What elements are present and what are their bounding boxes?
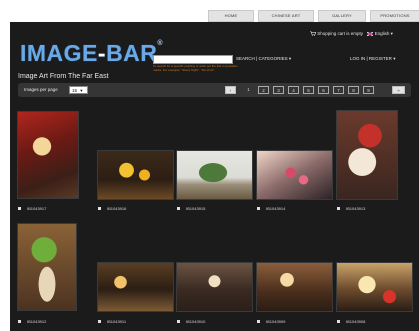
gallery-thumbnail[interactable] [336, 110, 398, 200]
image-caption[interactable]: IB1043910 [177, 319, 205, 324]
image-code: IB1043912 [27, 319, 47, 324]
page-number-6[interactable]: 6 [318, 86, 329, 94]
images-per-page-select[interactable]: 15 ▾ [69, 86, 88, 94]
image-caption[interactable]: IB1043912 [18, 319, 46, 324]
page-number-7[interactable]: 7 [333, 86, 344, 94]
gallery-thumbnail[interactable] [17, 223, 77, 311]
image-code: IB1043914 [266, 206, 286, 211]
image-code: IB1043915 [186, 206, 206, 211]
chevron-down-icon: ▾ [288, 56, 292, 61]
select-checkbox[interactable] [98, 320, 101, 324]
select-checkbox[interactable] [337, 207, 340, 211]
image-code: IB1043913 [346, 206, 366, 211]
page-number-3[interactable]: 3 [273, 86, 284, 94]
next-page-button[interactable]: » [392, 86, 405, 94]
gallery-thumbnail[interactable] [256, 150, 333, 200]
page-number-1[interactable]: 1 [243, 86, 254, 94]
image-caption[interactable]: IB1043915 [177, 206, 205, 211]
gallery-thumbnail[interactable] [176, 262, 253, 312]
image-caption[interactable]: IB1043911 [98, 319, 126, 324]
select-checkbox[interactable] [177, 207, 180, 211]
page-number-8[interactable]: 8 [348, 86, 359, 94]
gallery-thumbnail[interactable] [97, 150, 174, 200]
categories-menu[interactable]: CATEGORIES [258, 56, 287, 61]
cart-status-text: Shopping cart is empty [317, 31, 364, 36]
gallery-thumbnail[interactable] [17, 111, 79, 199]
gallery-toolbar: Images per page 15 ▾ ‹ 1 2 3 4 5 6 7 8 9… [18, 83, 411, 97]
login-register-label: LOG IN | REGISTER [350, 56, 392, 61]
select-checkbox[interactable] [257, 320, 260, 324]
image-caption[interactable]: IB1043913 [337, 206, 365, 211]
images-per-page-value: 15 [72, 88, 78, 93]
cart-icon[interactable] [310, 31, 317, 37]
search-button[interactable]: SEARCH [236, 56, 255, 61]
nav-tab-promotions[interactable]: PROMOTIONS [370, 10, 419, 22]
page-number-4[interactable]: 4 [288, 86, 299, 94]
image-caption[interactable]: IB1043916 [98, 206, 126, 211]
gallery-thumbnail[interactable] [97, 262, 174, 312]
image-code: IB1043908 [346, 319, 366, 324]
prev-page-button[interactable]: ‹ [225, 86, 236, 94]
select-checkbox[interactable] [18, 207, 21, 211]
nav-tab-chinese-art[interactable]: CHINESE ART [258, 10, 314, 22]
chevron-down-icon: ▾ [390, 31, 393, 36]
page-number-9[interactable]: 9 [363, 86, 374, 94]
logo-word-bar: BAR [106, 40, 158, 66]
logo-trademark: ® [157, 40, 164, 47]
search-links: SEARCH | CATEGORIES ▾ [236, 56, 291, 62]
language-label: English [374, 31, 390, 36]
page-number-5[interactable]: 5 [303, 86, 314, 94]
select-checkbox[interactable] [18, 320, 21, 324]
logo-hyphen: - [97, 40, 107, 66]
image-code: IB1043910 [186, 319, 206, 324]
login-register-link[interactable]: LOG IN | REGISTER ▾ [350, 56, 395, 62]
gallery-thumbnail[interactable] [256, 262, 333, 312]
gallery-thumbnail[interactable] [336, 262, 413, 312]
uk-flag-icon [367, 31, 374, 37]
image-code: IB1043911 [107, 319, 127, 324]
search-input[interactable] [153, 55, 233, 64]
cart-status: Shopping cart is empty English ▾ [310, 31, 393, 37]
search-hint: To search for a specific painting or art… [153, 64, 238, 72]
language-selector[interactable]: English ▾ [367, 31, 393, 37]
select-checkbox[interactable] [337, 320, 340, 324]
nav-tab-gallery[interactable]: GALLERY [318, 10, 366, 22]
gallery-thumbnail[interactable] [176, 150, 253, 200]
image-caption[interactable]: IB1043914 [257, 206, 285, 211]
top-navigation: HOME CHINESE ART GALLERY PROMOTIONS [0, 0, 419, 22]
image-code: IB1043917 [27, 206, 47, 211]
image-code: IB1043909 [266, 319, 286, 324]
site-logo[interactable]: IMAGE-BAR® [20, 40, 163, 70]
nav-tab-home[interactable]: HOME [208, 10, 254, 22]
image-caption[interactable]: IB1043908 [337, 319, 365, 324]
main-panel: IMAGE-BAR® Image Art From The Far East S… [10, 22, 419, 331]
select-checkbox[interactable] [98, 207, 101, 211]
images-per-page-label: Images per page [24, 87, 58, 92]
image-caption[interactable]: IB1043909 [257, 319, 285, 324]
chevron-down-icon: ▾ [80, 88, 83, 93]
select-checkbox[interactable] [177, 320, 180, 324]
site-tagline: Image Art From The Far East [18, 73, 109, 80]
image-code: IB1043916 [107, 206, 127, 211]
logo-word-image: IMAGE [20, 40, 98, 66]
page-number-2[interactable]: 2 [258, 86, 269, 94]
image-caption[interactable]: IB1043917 [18, 206, 46, 211]
select-checkbox[interactable] [257, 207, 260, 211]
chevron-down-icon: ▾ [393, 56, 396, 61]
